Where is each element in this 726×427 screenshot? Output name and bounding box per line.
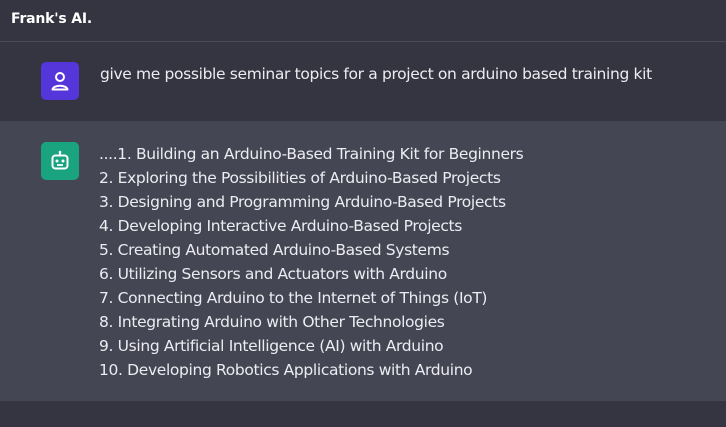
user-avatar <box>41 62 79 100</box>
user-message-text: give me possible seminar topics for a pr… <box>100 65 652 83</box>
bottom-area <box>0 401 726 427</box>
response-line: 5. Creating Automated Arduino-Based Syst… <box>99 241 450 259</box>
user-message-row: give me possible seminar topics for a pr… <box>0 42 726 121</box>
response-line: 7. Connecting Arduino to the Internet of… <box>99 289 488 307</box>
response-line: 2. Exploring the Possibilities of Arduin… <box>99 169 501 187</box>
response-line: ....1. Building an Arduino-Based Trainin… <box>99 145 524 163</box>
response-line: 4. Developing Interactive Arduino-Based … <box>99 217 462 235</box>
response-line: 3. Designing and Programming Arduino-Bas… <box>99 193 506 211</box>
response-line: 6. Utilizing Sensors and Actuators with … <box>99 265 447 283</box>
assistant-message-row: ....1. Building an Arduino-Based Trainin… <box>0 121 726 401</box>
response-line: 10. Developing Robotics Applications wit… <box>99 361 473 379</box>
assistant-avatar <box>41 142 79 180</box>
assistant-response-list: ....1. Building an Arduino-Based Trainin… <box>99 142 524 382</box>
response-line: 8. Integrating Arduino with Other Techno… <box>99 313 445 331</box>
app-title: Frank's AI. <box>11 11 92 27</box>
chat-app: Frank's AI. give me possible seminar top… <box>0 0 726 427</box>
response-line: 9. Using Artificial Intelligence (AI) wi… <box>99 337 444 355</box>
person-icon <box>51 72 69 91</box>
top-bar: Frank's AI. <box>0 0 726 42</box>
robot-icon <box>51 150 69 170</box>
